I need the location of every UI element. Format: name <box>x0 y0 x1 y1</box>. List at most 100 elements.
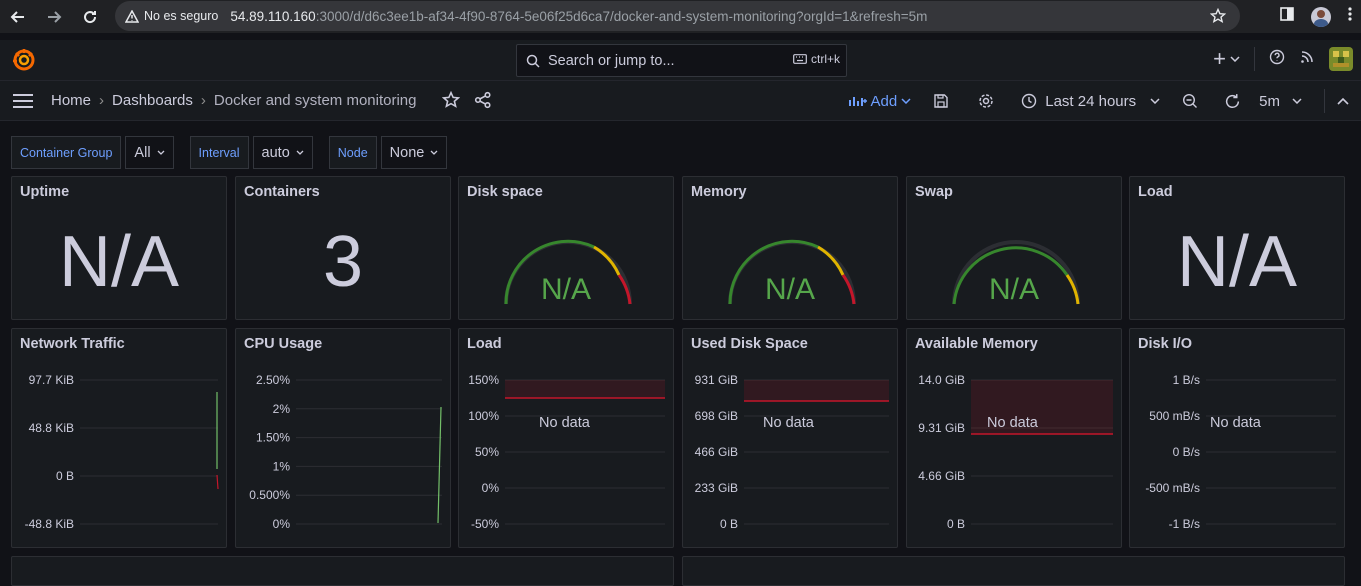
user-avatar[interactable] <box>1329 47 1353 71</box>
variable-select-container-group[interactable]: All <box>125 136 174 169</box>
security-chip[interactable]: No es seguro <box>125 9 218 23</box>
url-text[interactable]: 54.89.110.160:3000/d/d6c3ee1b-af34-4f90-… <box>230 9 927 24</box>
clock-icon <box>1022 93 1037 109</box>
variable-select-interval[interactable]: auto <box>252 136 313 169</box>
breadcrumb-separator: › <box>200 92 206 109</box>
panel-used-disk-space[interactable]: Used Disk Space 931 GiB 698 GiB 466 GiB 233… <box>682 328 898 548</box>
time-range-label: Last 24 hours <box>1045 92 1137 110</box>
graph-area: 97.7 KiB 48.8 KiB 0 B -48.8 KiB <box>25 373 219 531</box>
zoom-out-icon[interactable] <box>1182 93 1198 109</box>
panel-available-memory[interactable]: Available Memory 14.0 GiB 9.31 GiB 4.66 Gi… <box>906 328 1122 548</box>
y-tick-label: 0% <box>482 481 500 495</box>
browser-toolbar: No es seguro 54.89.110.160:3000/d/d6c3ee… <box>0 0 1361 33</box>
y-tick-label: 50% <box>475 445 499 459</box>
breadcrumb-dashboards[interactable]: Dashboards <box>112 92 193 109</box>
y-tick-label: 1 B/s <box>1173 373 1200 387</box>
search-shortcut: ctrl+k <box>793 52 840 66</box>
panel-bottom-left[interactable] <box>11 556 674 586</box>
panel-network-traffic[interactable]: Network Traffic 97.7 KiB 48.8 KiB 0 B -48.8… <box>11 328 227 548</box>
gauge-value: N/A <box>764 273 815 306</box>
template-variables: Container Group All Interval auto Node N… <box>11 136 459 169</box>
y-tick-label: 0% <box>273 517 291 531</box>
panel-load-stat[interactable]: Load N/A <box>1129 176 1345 320</box>
panel-containers[interactable]: Containers 3 <box>235 176 451 320</box>
y-tick-label: 500 mB/s <box>1149 409 1200 423</box>
y-tick-label: 233 GiB <box>695 481 738 495</box>
chevron-down-icon <box>901 98 911 104</box>
y-tick-label: 100% <box>468 409 499 423</box>
y-tick-label: 0 B <box>56 469 74 483</box>
bookmark-star-icon[interactable] <box>1209 7 1227 29</box>
chevron-down-icon <box>1292 98 1302 104</box>
more-menu-icon[interactable] <box>1347 6 1353 27</box>
rss-news-icon[interactable] <box>1299 49 1315 70</box>
y-tick-label: -48.8 KiB <box>25 517 74 531</box>
reload-icon[interactable] <box>80 7 100 27</box>
panel-bottom-right[interactable] <box>682 556 1345 586</box>
breadcrumb-home[interactable]: Home <box>51 92 91 109</box>
favorite-star-icon[interactable] <box>441 90 461 114</box>
search-placeholder: Search or jump to... <box>548 52 675 69</box>
panel-disk-space[interactable]: Disk space N/A <box>458 176 674 320</box>
y-tick-label: -1 B/s <box>1169 517 1200 531</box>
menu-icon[interactable] <box>12 93 34 114</box>
search-shortcut-label: ctrl+k <box>810 52 840 66</box>
add-panel-icon <box>848 97 867 106</box>
time-range-picker[interactable]: Last 24 hours <box>1021 93 1160 110</box>
search-input[interactable]: Search or jump to... ctrl+k <box>516 44 847 77</box>
save-dashboard-icon[interactable] <box>933 93 949 109</box>
collapse-chevron-up-icon[interactable] <box>1337 97 1349 105</box>
variable-label-container-group: Container Group <box>11 136 122 169</box>
y-tick-label: 2.50% <box>256 373 290 387</box>
refresh-icon[interactable] <box>1224 93 1241 110</box>
settings-gear-icon[interactable] <box>977 92 995 110</box>
panel-swap[interactable]: Swap N/A <box>906 176 1122 320</box>
keyboard-icon <box>793 54 807 64</box>
panel-uptime[interactable]: Uptime N/A <box>11 176 227 320</box>
back-icon[interactable] <box>8 7 28 27</box>
side-panel-icon[interactable] <box>1279 6 1295 27</box>
profile-avatar[interactable] <box>1311 6 1331 27</box>
no-data-message: No data <box>987 415 1038 431</box>
panel-cpu-usage[interactable]: CPU Usage 2.50% 2% 1.50% 1% 0.500% 0% <box>235 328 451 548</box>
y-tick-label: -500 mB/s <box>1145 481 1200 495</box>
y-tick-label: 0 B <box>947 517 965 531</box>
security-label: No es seguro <box>144 9 219 23</box>
breadcrumb: Home › Dashboards › Docker and system mo… <box>51 92 417 109</box>
chevron-down-icon <box>1150 98 1160 104</box>
panel-title: Containers <box>244 184 320 200</box>
y-tick-label: 150% <box>468 373 499 387</box>
graph-area: 1 B/s 500 mB/s 0 B/s -500 mB/s -1 B/s <box>1145 373 1336 531</box>
y-tick-label: 0.500% <box>249 488 290 502</box>
y-tick-label: 1% <box>273 459 291 473</box>
y-tick-label: -50% <box>471 517 499 531</box>
share-icon[interactable] <box>474 91 492 114</box>
panel-title: Load <box>1138 184 1173 200</box>
forward-icon[interactable] <box>44 7 64 27</box>
variable-value: None <box>389 144 425 161</box>
panel-disk-io[interactable]: Disk I/O 1 B/s 500 mB/s 0 B/s -500 mB/s -1 B… <box>1129 328 1345 548</box>
panel-memory[interactable]: Memory N/A <box>682 176 898 320</box>
new-menu-button[interactable]: + <box>1213 48 1240 70</box>
variable-select-node[interactable]: None <box>380 136 448 169</box>
no-data-message: No data <box>763 415 814 431</box>
variable-label-interval: Interval <box>189 136 249 169</box>
address-bar[interactable]: No es seguro 54.89.110.160:3000/d/d6c3ee… <box>115 1 1240 31</box>
grafana-logo-icon[interactable] <box>12 48 36 77</box>
y-tick-label: 0 B/s <box>1173 445 1200 459</box>
dashboard-navbar: Home › Dashboards › Docker and system mo… <box>0 81 1361 121</box>
panel-title: Uptime <box>20 184 70 200</box>
refresh-interval-picker[interactable]: 5m <box>1259 93 1302 110</box>
breadcrumb-current: Docker and system monitoring <box>213 92 417 109</box>
help-icon[interactable] <box>1269 49 1285 70</box>
y-tick-label: 97.7 KiB <box>29 373 74 387</box>
no-data-message: No data <box>1210 415 1261 431</box>
y-tick-label: 931 GiB <box>695 373 738 387</box>
add-label: Add <box>870 92 898 110</box>
y-tick-label: 2% <box>273 402 291 416</box>
y-tick-label: 48.8 KiB <box>29 421 74 435</box>
panel-load-graph[interactable]: Load 150% 100% 50% 0% -50% No data <box>458 328 674 548</box>
chevron-down-icon <box>430 150 438 155</box>
search-icon <box>526 54 540 68</box>
add-panel-button[interactable]: Add <box>848 92 912 110</box>
